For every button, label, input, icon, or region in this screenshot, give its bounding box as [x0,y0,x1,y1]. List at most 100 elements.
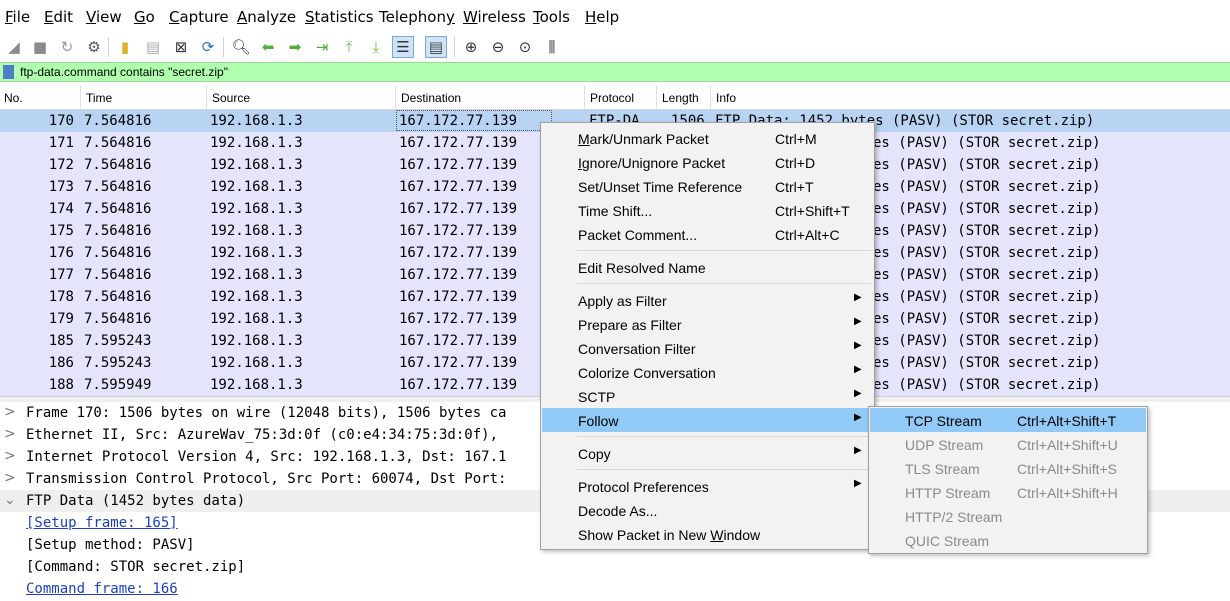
reload-file-icon[interactable]: ⟳ [197,36,219,58]
go-forward-icon[interactable]: ➡ [284,36,306,58]
detail-text: FTP Data (1452 bytes data) [26,493,246,509]
expand-arrow-icon[interactable]: > [4,470,16,486]
packet-time: 7.564816 [84,289,152,305]
display-filter-bar[interactable]: ftp-data.command contains "secret.zip" [0,62,1230,82]
setup-frame-link[interactable]: [Setup frame: 165] [26,515,178,531]
command-frame-link[interactable]: Command frame: 166 [26,581,178,597]
close-file-icon[interactable]: ⊠ [170,36,192,58]
resize-columns-icon[interactable]: ⫼ [541,36,563,58]
column-divider[interactable] [710,86,711,110]
stop-capture-icon[interactable]: ■ [29,36,51,58]
packet-no: 171 [48,135,74,151]
submenu-item-tcp-stream[interactable]: TCP Stream Ctrl+Alt+Shift+T [870,408,1146,432]
column-divider[interactable] [584,86,585,110]
packet-time: 7.564816 [84,113,152,129]
open-file-icon[interactable]: ▮ [114,36,136,58]
packet-context-menu: Mark/Unmark Packet Ctrl+M Ignore/Unignor… [540,122,875,550]
find-packet-icon[interactable]: 🔍︎ [230,36,252,58]
menu-item-conversation-filter[interactable]: Conversation Filter ▶ [542,336,873,360]
menu-item-time-shift[interactable]: Time Shift... Ctrl+Shift+T [542,198,873,222]
menu-item-packet-comment[interactable]: Packet Comment... Ctrl+Alt+C [542,222,873,246]
zoom-normal-icon[interactable]: ⊙ [514,36,536,58]
menu-help[interactable]: Help [585,8,619,26]
column-divider[interactable] [395,86,396,110]
menu-item-shortcut: Ctrl+Alt+Shift+U [1017,437,1118,453]
column-header-source[interactable]: Source [212,91,250,105]
menu-item-label: Decode As... [578,503,658,519]
go-back-icon[interactable]: ⬅ [257,36,279,58]
column-header-destination[interactable]: Destination [401,91,461,105]
column-divider[interactable] [80,86,81,110]
shark-fin-start-icon[interactable]: ◢ [3,36,25,58]
packet-time: 7.564816 [84,157,152,173]
expand-arrow-icon[interactable]: > [4,404,16,420]
packet-destination: 167.172.77.139 [399,135,518,151]
go-last-icon[interactable]: ⤓ [365,36,387,58]
menu-item-colorize-conversation[interactable]: Colorize Conversation ▶ [542,360,873,384]
menu-item-follow[interactable]: Follow ▶ [542,408,873,432]
packet-source: 192.168.1.3 [210,289,303,305]
column-header-protocol[interactable]: Protocol [590,91,634,105]
menu-go[interactable]: Go [134,8,155,26]
menu-item-label: Set/Unset Time Reference [578,179,743,195]
auto-scroll-icon[interactable]: ☰ [392,36,414,58]
menu-item-sctp[interactable]: SCTP ▶ [542,384,873,408]
expand-arrow-icon[interactable]: > [4,448,16,464]
column-header-length[interactable]: Length [662,91,699,105]
zoom-out-icon[interactable]: ⊖ [487,36,509,58]
menu-capture[interactable]: Capture [169,8,229,26]
packet-time: 7.564816 [84,179,152,195]
column-divider[interactable] [656,86,657,110]
menu-item-protocol-preferences[interactable]: Protocol Preferences ▶ [542,474,873,498]
detail-tree-row[interactable]: Command frame: 166 [0,578,1230,600]
menu-telephony[interactable]: Telephony [379,8,455,26]
packet-destination: 167.172.77.139 [399,201,518,217]
save-file-icon[interactable]: ▤ [142,36,164,58]
menu-item-copy[interactable]: Copy ▶ [542,441,873,465]
menu-item-decode-as[interactable]: Decode As... [542,498,873,522]
menu-wireless[interactable]: Wireless [463,8,526,26]
packet-no: 179 [48,311,74,327]
menu-analyze[interactable]: Analyze [237,8,296,26]
go-to-packet-icon[interactable]: ⇥ [311,36,333,58]
packet-no: 170 [48,113,74,129]
column-divider[interactable] [206,86,207,110]
column-header-info[interactable]: Info [716,91,736,105]
packet-info: es (PASV) (STOR secret.zip) [873,201,1101,217]
expand-arrow-icon[interactable]: > [4,426,16,442]
capture-options-icon[interactable]: ⚙ [83,36,105,58]
packet-info: es (PASV) (STOR secret.zip) [873,179,1101,195]
menu-item-mark-packet[interactable]: Mark/Unmark Packet Ctrl+M [542,126,873,150]
menu-statistics[interactable]: Statistics [305,8,374,26]
menu-item-shortcut: Ctrl+T [775,179,814,195]
menu-item-ignore-packet[interactable]: Ignore/Unignore Packet Ctrl+D [542,150,873,174]
menu-item-time-reference[interactable]: Set/Unset Time Reference Ctrl+T [542,174,873,198]
column-header-time[interactable]: Time [86,91,112,105]
menu-item-edit-resolved-name[interactable]: Edit Resolved Name [542,255,873,279]
packet-info: es (PASV) (STOR secret.zip) [873,223,1101,239]
go-first-icon[interactable]: ⤒ [338,36,360,58]
menu-view[interactable]: View [86,8,122,26]
menu-item-prepare-as-filter[interactable]: Prepare as Filter ▶ [542,312,873,336]
menu-item-apply-as-filter[interactable]: Apply as Filter ▶ [542,288,873,312]
menu-item-label: HTTP/2 Stream [905,509,1003,525]
menu-file[interactable]: File [5,8,30,26]
menu-tools[interactable]: Tools [533,8,570,26]
column-header-no[interactable]: No. [4,91,23,105]
packet-time: 7.595949 [84,377,152,393]
follow-submenu: TCP Stream Ctrl+Alt+Shift+T UDP Stream C… [868,406,1148,554]
submenu-arrow-icon: ▶ [854,340,862,351]
bookmark-icon[interactable] [3,65,14,79]
menu-edit[interactable]: Edit [44,8,73,26]
collapse-arrow-icon[interactable]: ⌄ [4,492,16,508]
zoom-in-icon[interactable]: ⊕ [460,36,482,58]
menu-item-shortcut: Ctrl+Alt+C [775,227,840,243]
menu-item-label: Time Shift... [578,203,653,219]
packet-destination: 167.172.77.139 [399,245,518,261]
menu-item-show-packet-new-window[interactable]: Show Packet in New Window [542,522,873,546]
restart-capture-icon[interactable]: ↻ [56,36,78,58]
display-filter-input[interactable]: ftp-data.command contains "secret.zip" [20,65,228,79]
detail-tree-row[interactable]: [Command: STOR secret.zip] [0,556,1230,578]
packet-no: 185 [48,333,74,349]
colorize-icon[interactable]: ▤ [425,36,447,58]
